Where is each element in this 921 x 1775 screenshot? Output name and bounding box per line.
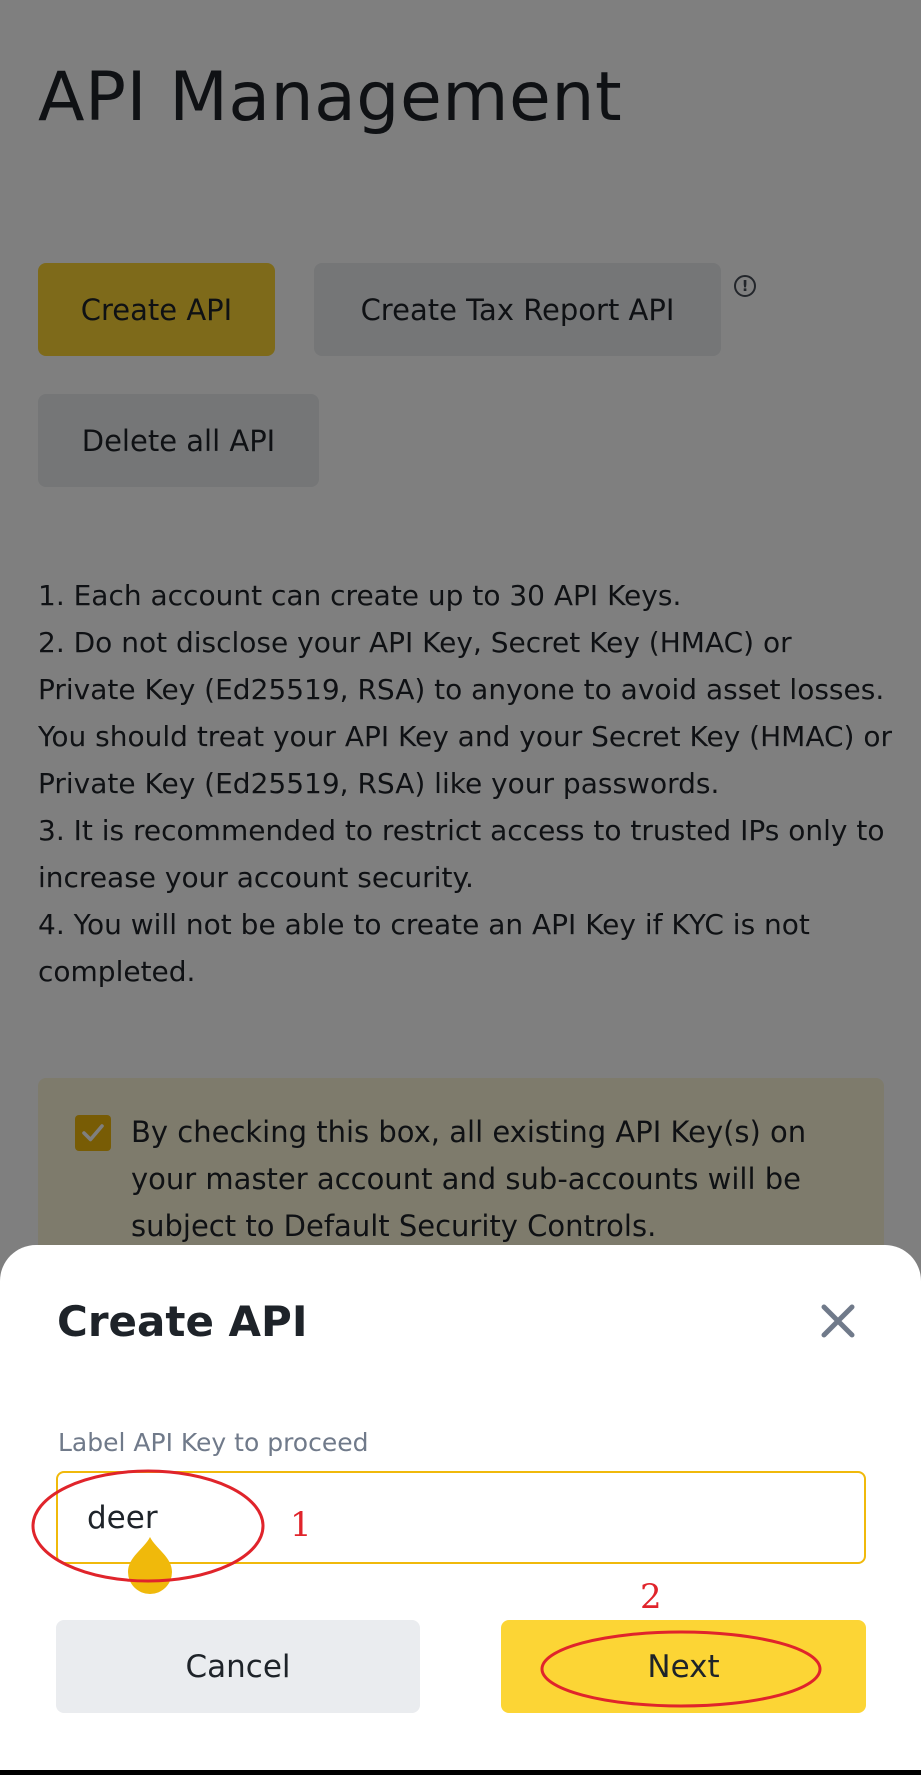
- cancel-button[interactable]: Cancel: [56, 1620, 420, 1713]
- bottom-edge-bar: [0, 1770, 921, 1775]
- create-api-dialog: Create API Label API Key to proceed Canc…: [0, 1245, 921, 1775]
- text-cursor-handle-icon[interactable]: [126, 1535, 174, 1595]
- dialog-title: Create API: [57, 1297, 308, 1346]
- api-label-input[interactable]: [56, 1471, 866, 1564]
- api-label-field-label: Label API Key to proceed: [58, 1428, 369, 1457]
- next-button[interactable]: Next: [501, 1620, 866, 1713]
- close-icon[interactable]: [816, 1299, 860, 1343]
